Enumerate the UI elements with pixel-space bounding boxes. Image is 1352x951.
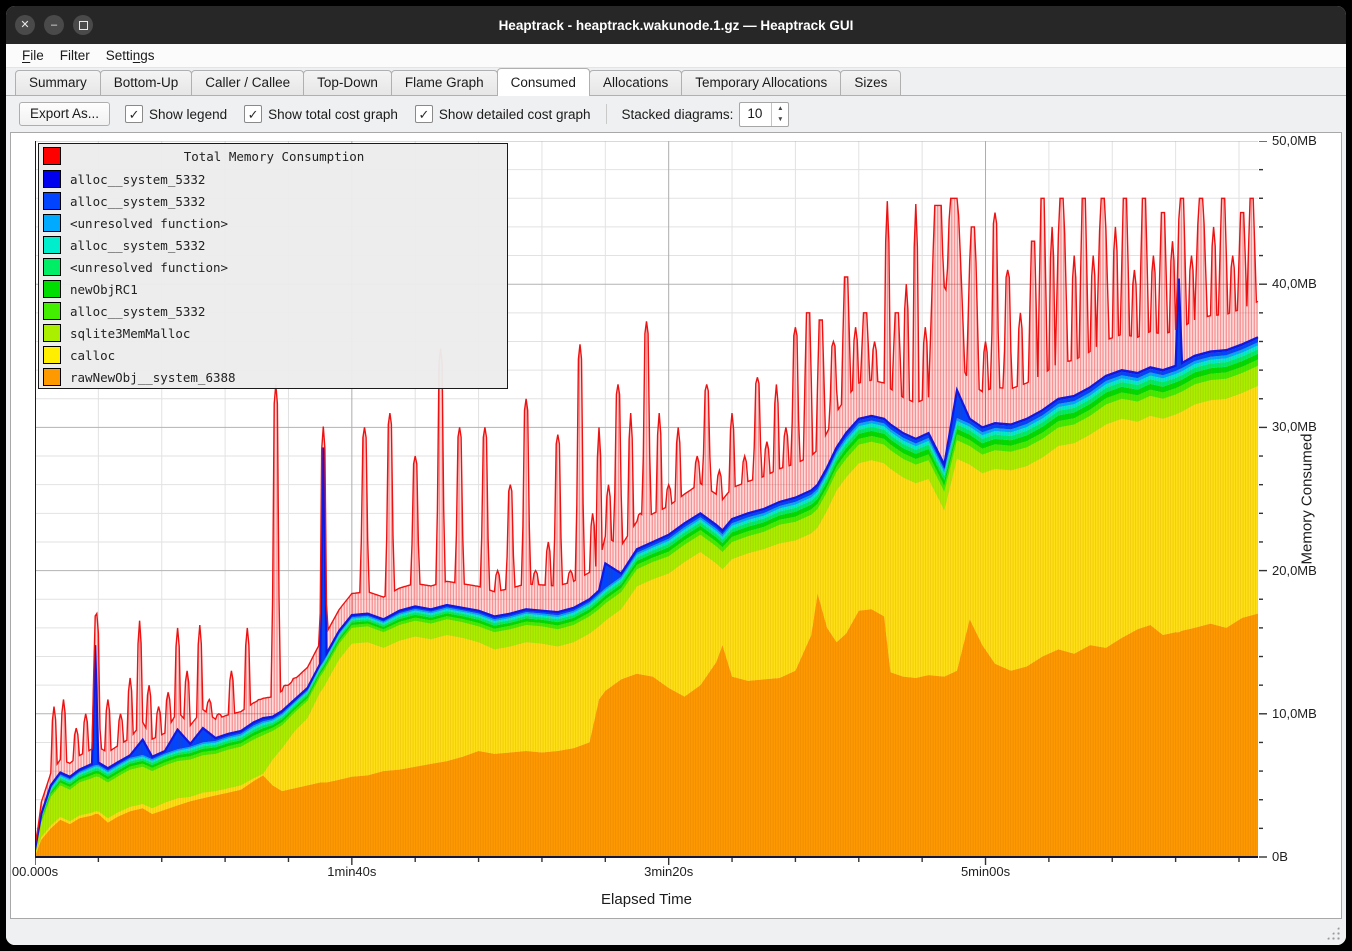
close-icon[interactable]: ✕: [15, 15, 35, 35]
y-tick-label: 40,0MB: [1272, 276, 1317, 291]
legend-swatch: [43, 147, 61, 165]
x-axis-title: Elapsed Time: [35, 891, 1258, 908]
resize-grip-icon[interactable]: [1326, 926, 1340, 940]
spin-up-icon[interactable]: ▲: [772, 103, 788, 115]
legend-label: alloc__system_5332: [70, 238, 205, 253]
status-strip: [6, 919, 1346, 945]
tab-summary[interactable]: Summary: [15, 70, 101, 95]
legend-item: alloc__system_5332: [39, 168, 507, 190]
minimize-icon[interactable]: –: [44, 15, 64, 35]
checkbox-show-total-cost-graph[interactable]: ✓ Show total cost graph: [244, 105, 398, 123]
legend-label: <unresolved function>: [70, 216, 228, 231]
toolbar-separator: [606, 104, 607, 124]
legend-swatch: [43, 346, 61, 364]
checkmark-icon: ✓: [415, 105, 433, 123]
tab-bottom-up[interactable]: Bottom-Up: [100, 70, 193, 95]
legend-item: <unresolved function>: [39, 256, 507, 278]
checkbox-show-detailed-cost-graph[interactable]: ✓ Show detailed cost graph: [415, 105, 591, 123]
consumed-chart[interactable]: 00.000s 1min40s 3min20s 5min00s 0B 10,0MB 20,…: [10, 132, 1342, 919]
tab-allocations[interactable]: Allocations: [589, 70, 682, 95]
legend-label: alloc__system_5332: [70, 172, 205, 187]
legend-item: alloc__system_5332: [39, 190, 507, 212]
app-window: ✕ – Heaptrack - heaptrack.wakunode.1.gz …: [6, 6, 1346, 945]
tab-temporary-allocations[interactable]: Temporary Allocations: [681, 70, 841, 95]
chart-legend: Total Memory Consumption alloc__system_53…: [38, 143, 508, 389]
tab-caller-callee[interactable]: Caller / Callee: [191, 70, 304, 95]
spin-down-icon[interactable]: ▼: [772, 114, 788, 126]
checkmark-icon: ✓: [244, 105, 262, 123]
x-tick-label: 1min40s: [327, 864, 376, 879]
y-tick-label: 10,0MB: [1272, 706, 1317, 721]
menu-file[interactable]: File: [14, 46, 52, 65]
legend-title: Total Memory Consumption: [61, 149, 487, 164]
legend-swatch: [43, 214, 61, 232]
legend-item: calloc: [39, 344, 507, 366]
y-tick-label: 30,0MB: [1272, 419, 1317, 434]
x-tick-label: 00.000s: [12, 864, 58, 879]
checkbox-label: Show total cost graph: [268, 107, 398, 122]
maximize-icon[interactable]: [73, 15, 93, 35]
x-tick-label: 3min20s: [644, 864, 693, 879]
tab-flame-graph[interactable]: Flame Graph: [391, 70, 498, 95]
tab-consumed[interactable]: Consumed: [497, 68, 590, 96]
legend-label: sqlite3MemMalloc: [70, 326, 190, 341]
legend-swatch: [43, 324, 61, 342]
legend-label: alloc__system_5332: [70, 304, 205, 319]
legend-item: alloc__system_5332: [39, 300, 507, 322]
legend-swatch: [43, 258, 61, 276]
stacked-diagrams-spinbox[interactable]: 10 ▲ ▼: [739, 102, 789, 127]
checkbox-show-legend[interactable]: ✓ Show legend: [125, 105, 227, 123]
legend-item: sqlite3MemMalloc: [39, 322, 507, 344]
x-tick-label: 5min00s: [961, 864, 1010, 879]
tab-sizes[interactable]: Sizes: [840, 70, 901, 95]
legend-label: newObjRC1: [70, 282, 138, 297]
legend-item: Total Memory Consumption: [39, 144, 507, 168]
menu-bar: FileFilterSettings: [6, 44, 1346, 68]
legend-label: rawNewObj__system_6388: [70, 370, 236, 385]
checkbox-label: Show legend: [149, 107, 227, 122]
tab-bar: SummaryBottom-UpCaller / CalleeTop-DownF…: [6, 68, 1346, 96]
checkmark-icon: ✓: [125, 105, 143, 123]
title-bar: ✕ – Heaptrack - heaptrack.wakunode.1.gz …: [6, 6, 1346, 44]
legend-swatch: [43, 368, 61, 386]
legend-label: alloc__system_5332: [70, 194, 205, 209]
stacked-diagrams-label: Stacked diagrams:: [622, 107, 734, 122]
y-axis-title: Memory Consumed: [1299, 434, 1316, 565]
checkbox-label: Show detailed cost graph: [439, 107, 591, 122]
window-controls: ✕ –: [15, 15, 93, 35]
legend-item: rawNewObj__system_6388: [39, 366, 507, 388]
legend-swatch: [43, 192, 61, 210]
legend-swatch: [43, 280, 61, 298]
legend-label: calloc: [70, 348, 115, 363]
menu-settings[interactable]: Settings: [98, 46, 163, 65]
toolbar: Export As... ✓ Show legend ✓ Show total cos…: [6, 96, 1346, 132]
legend-item: newObjRC1: [39, 278, 507, 300]
legend-swatch: [43, 236, 61, 254]
legend-item: alloc__system_5332: [39, 234, 507, 256]
legend-swatch: [43, 302, 61, 320]
legend-item: <unresolved function>: [39, 212, 507, 234]
tab-top-down[interactable]: Top-Down: [303, 70, 392, 95]
y-tick-label: 0B: [1272, 849, 1288, 864]
legend-label: <unresolved function>: [70, 260, 228, 275]
legend-swatch: [43, 170, 61, 188]
y-tick-label: 20,0MB: [1272, 563, 1317, 578]
y-tick-label: 50,0MB: [1272, 133, 1317, 148]
stacked-diagrams-value[interactable]: 10: [740, 103, 771, 126]
export-as-button[interactable]: Export As...: [19, 102, 110, 126]
menu-filter[interactable]: Filter: [52, 46, 98, 65]
window-title: Heaptrack - heaptrack.wakunode.1.gz — He…: [6, 18, 1346, 33]
